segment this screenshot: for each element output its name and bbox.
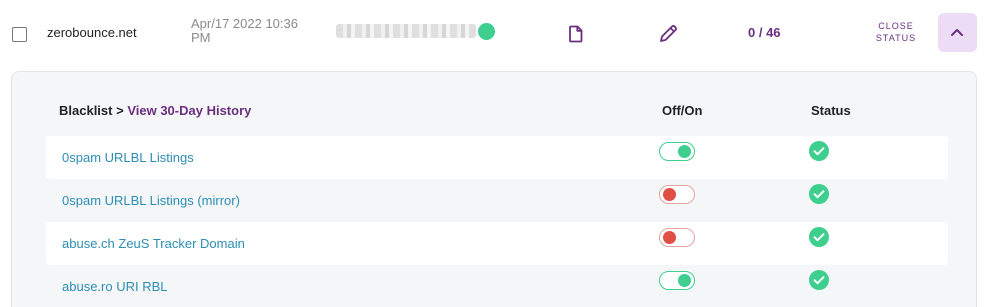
toggle-knob	[663, 188, 676, 201]
close-status-line1: CLOSE	[878, 21, 914, 31]
blacklist-header: Blacklist > View 30-Day History	[59, 103, 251, 118]
row-select-checkbox[interactable]	[12, 27, 27, 42]
blacklist-row: 0spam URLBL Listings (mirror)	[46, 179, 948, 222]
status-header: Status	[811, 103, 851, 118]
check-circle-icon	[809, 270, 829, 290]
toggle-knob	[678, 145, 691, 158]
pencil-icon[interactable]	[657, 23, 679, 45]
blacklist-row: abuse.ro URI RBL	[46, 265, 948, 307]
blacklist-toggle[interactable]	[659, 142, 695, 161]
monitor-row: zerobounce.net Apr/17 2022 10:36 PM 0 / …	[0, 0, 990, 68]
toggle-knob	[663, 231, 676, 244]
blacklist-count: 0 / 46	[748, 25, 781, 40]
view-history-link[interactable]: View 30-Day History	[127, 103, 251, 118]
blacklist-row: abuse.ch ZeuS Tracker Domain	[46, 222, 948, 265]
breadcrumb-separator: >	[116, 103, 124, 118]
blacklist-toggle[interactable]	[659, 228, 695, 247]
close-status-line2: STATUS	[875, 33, 917, 43]
check-circle-icon	[809, 184, 829, 204]
blacklist-name[interactable]: 0spam URLBL Listings (mirror)	[62, 193, 240, 208]
blacklist-row: 0spam URLBL Listings	[46, 136, 948, 179]
blacklist-header-label: Blacklist	[59, 103, 113, 118]
blacklist-name[interactable]: 0spam URLBL Listings	[62, 150, 194, 165]
chevron-up-icon	[951, 29, 963, 36]
blacklist-panel: Blacklist > View 30-Day History Off/On S…	[11, 71, 977, 307]
toggle-knob	[678, 274, 691, 287]
date-added: Apr/17 2022 10:36 PM	[191, 16, 298, 45]
check-circle-icon	[809, 141, 829, 161]
blacklist-toggle[interactable]	[659, 185, 695, 204]
check-circle-icon	[809, 227, 829, 247]
close-status-button[interactable]: CLOSE STATUS	[866, 20, 926, 44]
online-status-dot	[478, 23, 495, 40]
document-icon[interactable]	[567, 25, 585, 43]
off-on-header: Off/On	[662, 103, 703, 118]
redacted-ip	[336, 24, 476, 38]
blacklist-toggle[interactable]	[659, 271, 695, 290]
collapse-button[interactable]	[938, 13, 977, 52]
blacklist-name[interactable]: abuse.ro URI RBL	[62, 279, 168, 294]
domain-name: zerobounce.net	[47, 25, 137, 40]
blacklist-name[interactable]: abuse.ch ZeuS Tracker Domain	[62, 236, 245, 251]
